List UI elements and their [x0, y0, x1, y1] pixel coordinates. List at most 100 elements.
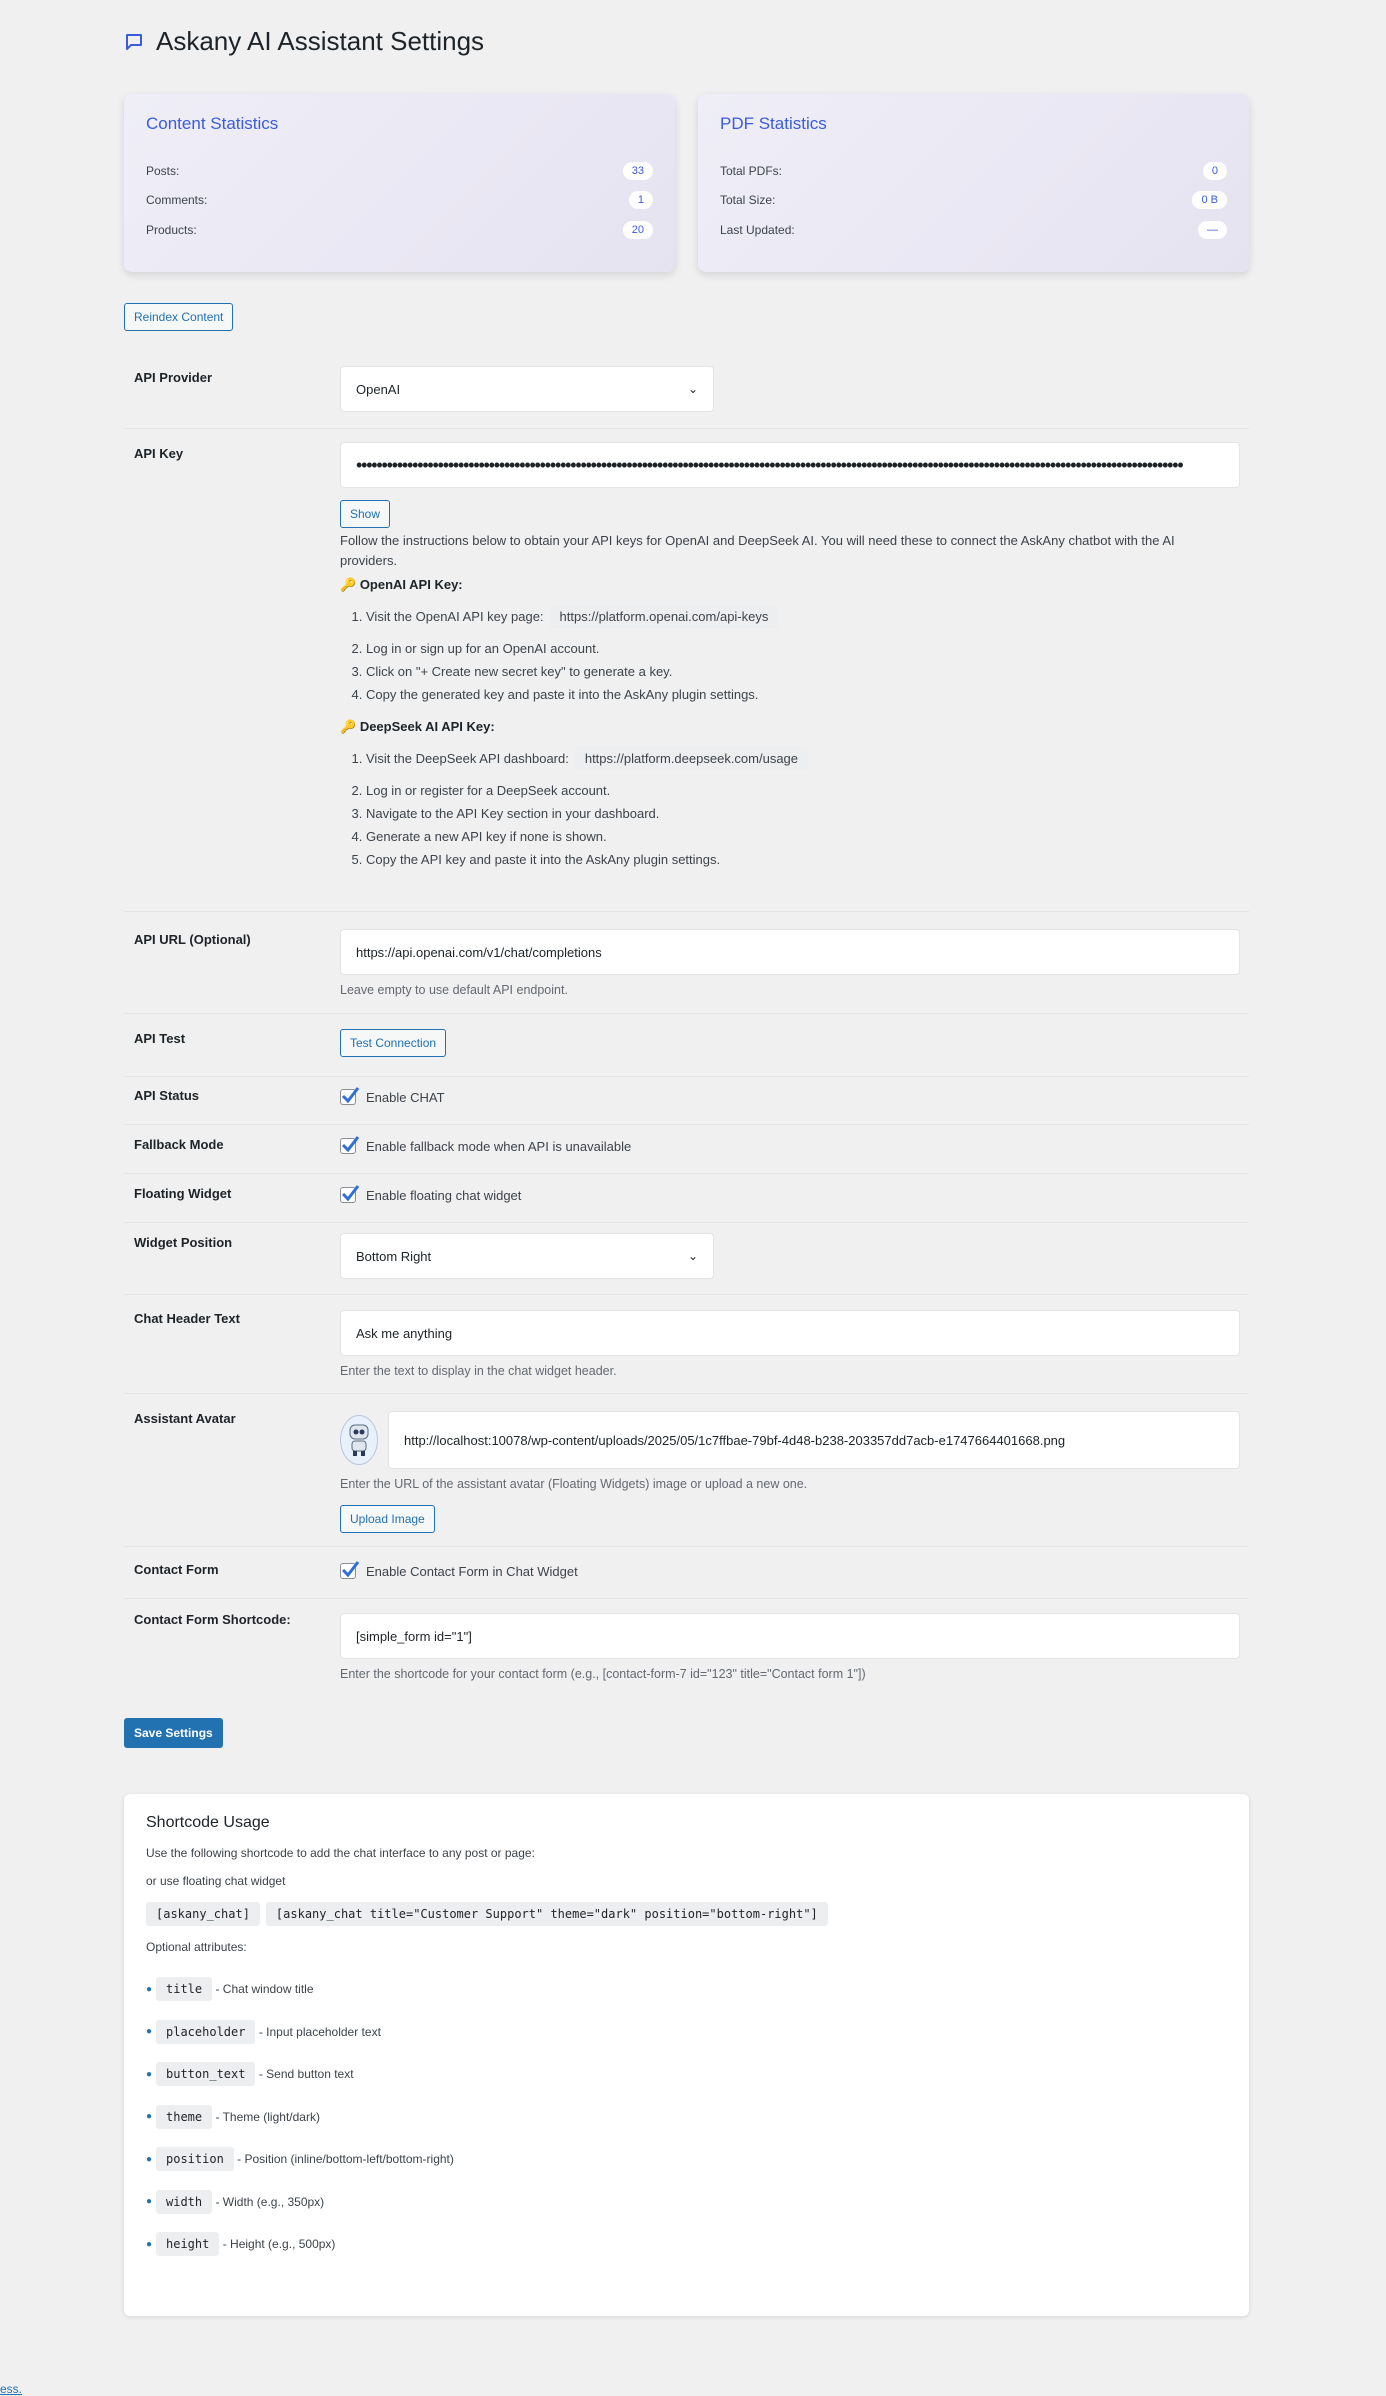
contact-shortcode-label: Contact Form Shortcode: — [134, 1612, 291, 1627]
list-item: Copy the generated key and paste it into… — [366, 685, 1220, 705]
openai-heading: OpenAI API Key: — [359, 577, 463, 592]
page-title-text: Askany AI Assistant Settings — [156, 26, 485, 56]
floating-checkbox-row[interactable]: Enable floating chat widget — [340, 1185, 522, 1203]
api-status-label: API Status — [134, 1088, 200, 1103]
stat-row-total-pdfs: Total PDFs: 0 — [720, 156, 1227, 186]
attr-name: width — [156, 2189, 213, 2214]
enable-chat-checkbox-row[interactable]: Enable CHAT — [340, 1087, 445, 1105]
fallback-checkbox[interactable] — [340, 1136, 360, 1154]
divider — [124, 428, 1249, 429]
enable-chat-checkbox[interactable] — [340, 1087, 360, 1105]
stat-value: 1 — [628, 191, 653, 210]
list-item: Visit the OpenAI API key page: https://pl… — [366, 605, 1220, 628]
stat-label: Products: — [146, 222, 197, 237]
checkmark-icon — [341, 1561, 360, 1578]
optional-attributes-label: Optional attributes: — [146, 1940, 247, 1954]
attr-desc: - Position (inline/bottom-left/bottom-ri… — [237, 2152, 454, 2167]
show-key-button[interactable]: Show — [340, 500, 391, 528]
stat-label: Comments: — [146, 193, 208, 208]
api-provider-label: API Provider — [134, 370, 213, 385]
contact-form-checkbox-row[interactable]: Enable Contact Form in Chat Widget — [340, 1561, 578, 1579]
fallback-checkbox-row[interactable]: Enable fallback mode when API is unavail… — [340, 1136, 632, 1154]
list-item: ● height - Height (e.g., 500px) — [146, 2223, 1227, 2266]
stat-row-posts: Posts: 33 — [146, 156, 653, 186]
floating-checkbox[interactable] — [340, 1185, 360, 1203]
footer-link[interactable]: ess. — [0, 2382, 22, 2396]
content-statistics-card: Content Statistics Posts: 33 Comments: 1 P… — [124, 94, 675, 272]
stat-value: 0 B — [1192, 191, 1227, 210]
chat-bubble-icon — [124, 32, 144, 52]
attr-name: height — [156, 2232, 220, 2257]
save-settings-button[interactable]: Save Settings — [124, 1718, 223, 1748]
attr-desc: - Height (e.g., 500px) — [222, 2237, 336, 2252]
attr-desc: - Theme (light/dark) — [215, 2109, 320, 2124]
divider — [124, 911, 1249, 912]
contact-shortcode-description: Enter the shortcode for your contact for… — [340, 1667, 866, 1681]
list-item: ● placeholder - Input placeholder text — [146, 2011, 1227, 2054]
assistant-avatar-label: Assistant Avatar — [134, 1411, 236, 1426]
list-item: Visit the DeepSeek API dashboard: https:/… — [366, 747, 1220, 770]
shortcode-examples: [askany_chat] [askany_chat title="Custom… — [146, 1902, 1227, 1926]
enable-chat-label: Enable CHAT — [366, 1089, 445, 1105]
api-url-label: API URL (Optional) — [134, 932, 251, 947]
avatar-url-input[interactable]: http://localhost:10078/wp-content/upload… — [388, 1411, 1240, 1469]
chat-header-text-input[interactable]: Ask me anything — [340, 1310, 1240, 1356]
api-url-description: Leave empty to use default API endpoint. — [340, 983, 568, 997]
divider — [124, 1222, 1249, 1223]
contact-form-check-label: Enable Contact Form in Chat Widget — [366, 1563, 578, 1579]
list-item: Click on "+ Create new secret key" to ge… — [366, 662, 1220, 682]
attr-name: theme — [156, 2104, 213, 2129]
list-item: Log in or register for a DeepSeek accoun… — [366, 781, 1220, 801]
shortcode-usage-line2: or use floating chat widget — [146, 1874, 286, 1888]
stats-row: Content Statistics Posts: 33 Comments: 1 P… — [124, 94, 1249, 272]
openai-api-keys-link[interactable]: https://platform.openai.com/api-keys — [549, 605, 779, 628]
fallback-mode-label: Fallback Mode — [134, 1137, 224, 1152]
list-item: Copy the API key and paste it into the A… — [366, 850, 1220, 870]
shortcode-basic: [askany_chat] — [146, 1902, 260, 1926]
list-item: Navigate to the API Key section in your … — [366, 804, 1220, 824]
shortcode-usage-line1: Use the following shortcode to add the c… — [146, 1846, 535, 1860]
checkmark-icon — [341, 1087, 360, 1104]
contact-form-checkbox[interactable] — [340, 1561, 360, 1579]
contact-form-label: Contact Form — [134, 1562, 219, 1577]
api-url-input[interactable]: https://api.openai.com/v1/chat/completio… — [340, 929, 1240, 975]
attr-name: position — [156, 2147, 234, 2172]
divider — [124, 1393, 1249, 1394]
upload-image-button[interactable]: Upload Image — [340, 1505, 435, 1533]
pdf-statistics-card: PDF Statistics Total PDFs: 0 Total Size: 0… — [698, 94, 1249, 272]
list-item: ● title - Chat window title — [146, 1968, 1227, 2011]
fallback-label: Enable fallback mode when API is unavail… — [366, 1138, 632, 1154]
api-provider-select[interactable]: OpenAI ⌄ — [340, 366, 714, 412]
list-item: Generate a new API key if none is shown. — [366, 827, 1220, 847]
list-item: Log in or sign up for an OpenAI account. — [366, 639, 1220, 659]
chat-header-text-label: Chat Header Text — [134, 1311, 240, 1326]
reindex-content-button[interactable]: Reindex Content — [124, 303, 234, 331]
stat-row-total-size: Total Size: 0 B — [720, 186, 1227, 216]
divider — [124, 1546, 1249, 1547]
divider — [124, 1173, 1249, 1174]
widget-position-value: Bottom Right — [356, 1248, 432, 1264]
attr-desc: - Chat window title — [215, 1982, 314, 1997]
stat-row-comments: Comments: 1 — [146, 186, 653, 216]
list-item: ● position - Position (inline/bottom-left… — [146, 2138, 1227, 2181]
shortcode-advanced: [askany_chat title="Customer Support" th… — [265, 1902, 828, 1926]
contact-shortcode-input[interactable]: [simple_form id="1"] — [340, 1613, 1240, 1659]
divider — [124, 1013, 1249, 1014]
deepseek-dashboard-link[interactable]: https://platform.deepseek.com/usage — [574, 747, 809, 770]
widget-position-select[interactable]: Bottom Right ⌄ — [340, 1233, 714, 1279]
stat-label: Posts: — [146, 163, 180, 178]
test-connection-button[interactable]: Test Connection — [340, 1029, 447, 1057]
widget-position-label: Widget Position — [134, 1235, 233, 1250]
attr-name: title — [156, 1977, 213, 2002]
floating-label: Enable floating chat widget — [366, 1187, 522, 1203]
floating-widget-label: Floating Widget — [134, 1186, 232, 1201]
pdf-statistics-heading: PDF Statistics — [720, 114, 827, 133]
api-key-input[interactable]: ••••••••••••••••••••••••••••••••••••••••… — [340, 442, 1240, 488]
api-key-instructions: Follow the instructions below to obtain … — [340, 531, 1220, 870]
list-item: ● button_text - Send button text — [146, 2053, 1227, 2096]
step-text: Visit the DeepSeek API dashboard: — [366, 751, 569, 766]
stat-row-products: Products: 20 — [146, 215, 653, 245]
stat-value: 0 — [1202, 161, 1227, 180]
stat-label: Total Size: — [720, 193, 776, 208]
step-text: Visit the OpenAI API key page: — [366, 609, 544, 624]
